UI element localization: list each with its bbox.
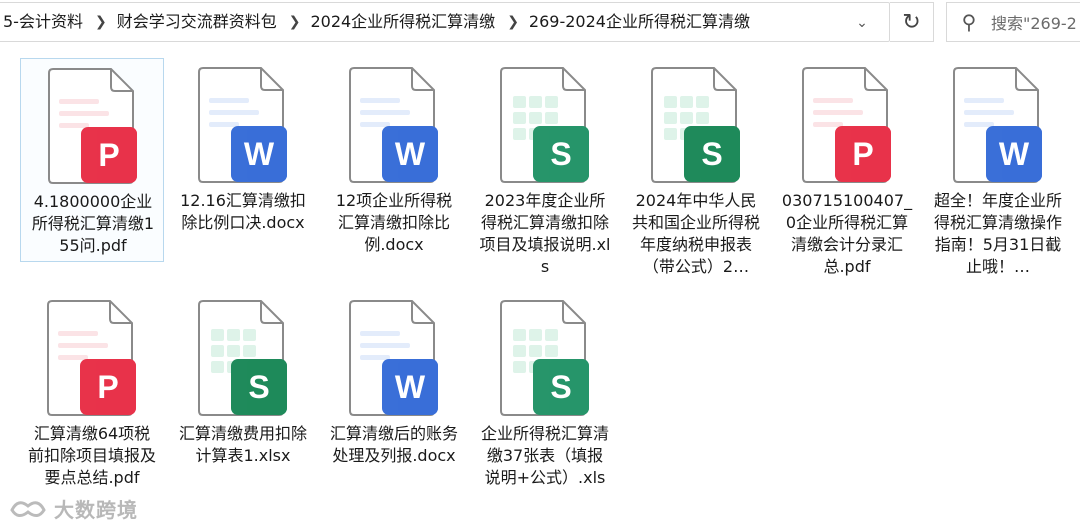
spreadsheet-file-icon: S (198, 300, 287, 416)
file-type-badge: S (550, 369, 571, 405)
breadcrumb-item[interactable]: 269-2024企业所得税汇算清缴 (521, 3, 760, 41)
breadcrumb-item[interactable]: 财会学习交流群资料包 (109, 3, 287, 41)
pdf-file-icon: P (802, 67, 891, 183)
file-item[interactable]: S 2024年中华人民共和国企业所得税年度纳税申报表（带公式）2… (624, 58, 768, 278)
file-item[interactable]: W 汇算清缴后的账务处理及列报.docx (322, 291, 466, 511)
file-item[interactable]: P 汇算清缴64项税前扣除项目填报及要点总结.pdf (20, 291, 164, 511)
spreadsheet-file-icon: S (500, 67, 589, 183)
file-name: 超全！年度企业所得税汇算清缴操作指南！5月31日截止哦！… (933, 191, 1062, 276)
file-item[interactable]: S 企业所得税汇算清缴37张表（填报说明+公式）.xls (473, 291, 617, 511)
chevron-right-icon[interactable]: ❯ (287, 3, 303, 41)
file-item[interactable]: W 超全！年度企业所得税汇算清缴操作指南！5月31日截止哦！… (926, 58, 1070, 278)
word-file-icon: W (953, 67, 1042, 183)
file-type-badge: P (852, 136, 873, 172)
file-type-badge: P (97, 369, 118, 405)
spreadsheet-file-icon: S (500, 300, 589, 416)
refresh-icon: ↻ (902, 9, 921, 35)
file-name: 汇算清缴后的账务处理及列报.docx (329, 424, 458, 465)
file-name: 2024年中华人民共和国企业所得税年度纳税申报表（带公式）2… (631, 191, 760, 276)
file-name: 汇算清缴64项税前扣除项目填报及要点总结.pdf (27, 424, 156, 487)
watermark-text: 大数跨境 (54, 498, 138, 522)
word-file-icon: W (349, 300, 438, 416)
file-name: 企业所得税汇算清缴37张表（填报说明+公式）.xls (480, 424, 609, 487)
spreadsheet-file-icon: S (651, 67, 740, 183)
chevron-down-icon[interactable]: ⌄ (841, 3, 883, 41)
pdf-file-icon: P (47, 300, 136, 416)
file-type-badge: P (98, 137, 119, 173)
file-item[interactable]: S 汇算清缴费用扣除计算表1.xlsx (171, 291, 315, 511)
file-name: 2023年度企业所得税汇算清缴扣除项目及填报说明.xls (479, 191, 611, 276)
file-type-badge: W (395, 136, 426, 172)
file-name: 030715100407_0企业所得税汇算清缴会计分录汇总.pdf (781, 191, 913, 276)
search-icon: ⚲ (961, 10, 977, 34)
breadcrumb-item[interactable]: 5-会计资料 (0, 3, 93, 41)
refresh-button[interactable]: ↻ (890, 2, 934, 42)
watermark-logo-icon (10, 500, 46, 517)
file-type-badge: S (550, 136, 571, 172)
word-file-icon: W (198, 67, 287, 183)
file-item[interactable]: W 12.16汇算清缴扣除比例口决.docx (171, 58, 315, 278)
watermark: 大数跨境 (8, 494, 138, 523)
file-type-badge: S (701, 136, 722, 172)
file-name: 汇算清缴费用扣除计算表1.xlsx (178, 424, 307, 465)
search-box[interactable]: ⚲ 搜索"269-2 (946, 2, 1080, 42)
file-item[interactable]: S 2023年度企业所得税汇算清缴扣除项目及填报说明.xls (473, 58, 617, 278)
breadcrumb-item[interactable]: 2024企业所得税汇算清缴 (302, 3, 505, 41)
word-file-icon: W (349, 67, 438, 183)
address-bar[interactable]: 5-会计资料 ❯ 财会学习交流群资料包 ❯ 2024企业所得税汇算清缴 ❯ 26… (0, 2, 890, 42)
file-type-badge: W (999, 136, 1030, 172)
file-item[interactable]: W 12项企业所得税汇算清缴扣除比例.docx (322, 58, 466, 278)
chevron-right-icon[interactable]: ❯ (505, 3, 521, 41)
navigation-bar: 5-会计资料 ❯ 财会学习交流群资料包 ❯ 2024企业所得税汇算清缴 ❯ 26… (0, 0, 1080, 44)
search-input[interactable]: 搜索"269-2 (991, 10, 1077, 34)
file-item[interactable]: P 030715100407_0企业所得税汇算清缴会计分录汇总.pdf (775, 58, 919, 278)
file-type-badge: W (244, 136, 275, 172)
pdf-file-icon: P (48, 68, 137, 184)
file-type-badge: W (395, 369, 426, 405)
file-item[interactable]: P 4.1800000企业所得税汇算清缴155问.pdf (20, 58, 164, 262)
file-name: 4.1800000企业所得税汇算清缴155问.pdf (31, 192, 155, 255)
file-type-badge: S (248, 369, 269, 405)
chevron-right-icon[interactable]: ❯ (93, 3, 109, 41)
file-name: 12项企业所得税汇算清缴扣除比例.docx (335, 191, 453, 254)
file-name: 12.16汇算清缴扣除比例口决.docx (180, 191, 306, 232)
